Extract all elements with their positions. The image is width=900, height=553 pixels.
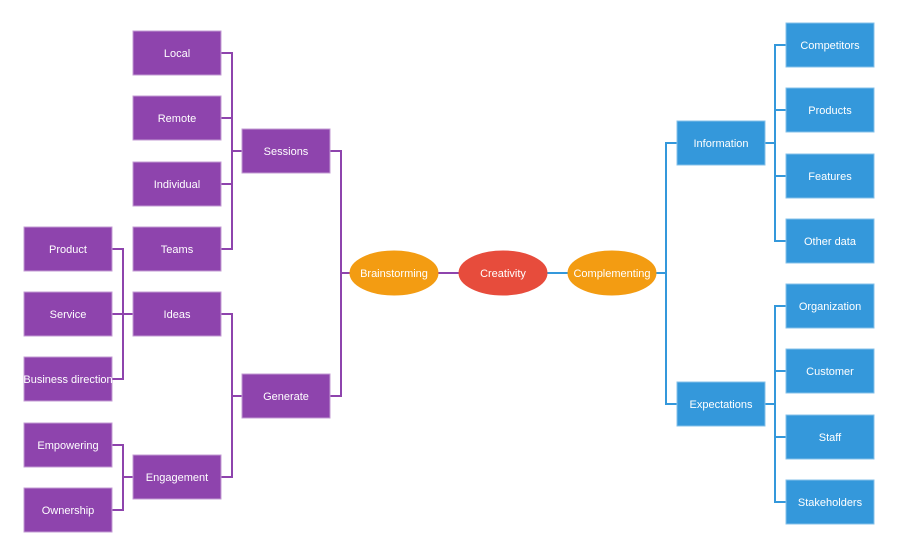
node-other-data[interactable]: Other data [785, 218, 875, 264]
node-empowering[interactable]: Empowering [23, 422, 113, 468]
node-label-competitors: Competitors [800, 40, 860, 52]
node-label-ownership: Ownership [42, 505, 95, 517]
node-brainstorming[interactable]: Brainstorming [349, 250, 439, 296]
connector-engagement-empowering [112, 444, 133, 478]
node-customer[interactable]: Customer [785, 348, 875, 394]
node-teams[interactable]: Teams [132, 226, 222, 272]
node-label-individual: Individual [154, 179, 200, 191]
node-label-remote: Remote [158, 113, 197, 125]
node-label-expectations: Expectations [690, 399, 753, 411]
connector-expectations-customer [765, 370, 786, 405]
node-products[interactable]: Products [785, 87, 875, 133]
connector-generate-engagement [221, 395, 242, 478]
node-information[interactable]: Information [676, 120, 766, 166]
node-staff[interactable]: Staff [785, 414, 875, 460]
node-ideas[interactable]: Ideas [132, 291, 222, 337]
node-generate[interactable]: Generate [241, 373, 331, 419]
node-expectations[interactable]: Expectations [676, 381, 766, 427]
connector-ideas-business-direction [112, 313, 133, 380]
node-label-complementing: Complementing [573, 268, 650, 280]
node-label-engagement: Engagement [146, 472, 208, 484]
node-label-generate: Generate [263, 391, 309, 403]
node-service[interactable]: Service [23, 291, 113, 337]
node-label-ideas: Ideas [164, 309, 191, 321]
node-creativity[interactable]: Creativity [458, 250, 548, 296]
node-label-sessions: Sessions [264, 146, 309, 158]
node-features[interactable]: Features [785, 153, 875, 199]
node-label-customer: Customer [806, 366, 854, 378]
node-engagement[interactable]: Engagement [132, 454, 222, 500]
connector-information-products [765, 109, 786, 144]
connector-ideas-product [112, 248, 133, 315]
connector-brainstorming-generate [330, 272, 350, 397]
node-complementing[interactable]: Complementing [567, 250, 657, 296]
mind-map-diagram: Creativity Brainstorming Complementing Sess… [23, 22, 875, 533]
node-organization[interactable]: Organization [785, 283, 875, 329]
node-label-business-direction: Business direction [23, 374, 112, 386]
connector-brainstorming-sessions [330, 150, 350, 274]
node-product[interactable]: Product [23, 226, 113, 272]
node-label-information: Information [693, 138, 748, 150]
node-sessions[interactable]: Sessions [241, 128, 331, 174]
connector-information-other-data [765, 142, 786, 242]
connector-expectations-stakeholders [765, 403, 786, 503]
node-label-stakeholders: Stakeholders [798, 497, 863, 509]
node-competitors[interactable]: Competitors [785, 22, 875, 68]
connector-complementing-information [656, 142, 677, 274]
node-label-other-data: Other data [804, 236, 857, 248]
connector-generate-ideas [221, 313, 242, 397]
node-stakeholders[interactable]: Stakeholders [785, 479, 875, 525]
node-local[interactable]: Local [132, 30, 222, 76]
node-label-service: Service [50, 309, 87, 321]
node-business-direction[interactable]: Business direction [23, 356, 113, 402]
connector-sessions-remote [221, 117, 242, 152]
node-label-teams: Teams [161, 244, 194, 256]
node-remote[interactable]: Remote [132, 95, 222, 141]
node-label-products: Products [808, 105, 852, 117]
connector-sessions-teams [221, 150, 242, 250]
connector-complementing-expectations [656, 272, 677, 405]
node-ownership[interactable]: Ownership [23, 487, 113, 533]
node-label-features: Features [808, 171, 852, 183]
nodes: Creativity Brainstorming Complementing Sess… [23, 22, 875, 533]
node-label-brainstorming: Brainstorming [360, 268, 428, 280]
node-label-local: Local [164, 48, 190, 60]
node-individual[interactable]: Individual [132, 161, 222, 207]
node-label-product: Product [49, 244, 87, 256]
node-label-organization: Organization [799, 301, 861, 313]
node-label-empowering: Empowering [37, 440, 98, 452]
connector-engagement-ownership [112, 476, 133, 511]
node-label-creativity: Creativity [480, 268, 526, 280]
node-label-staff: Staff [819, 432, 842, 444]
